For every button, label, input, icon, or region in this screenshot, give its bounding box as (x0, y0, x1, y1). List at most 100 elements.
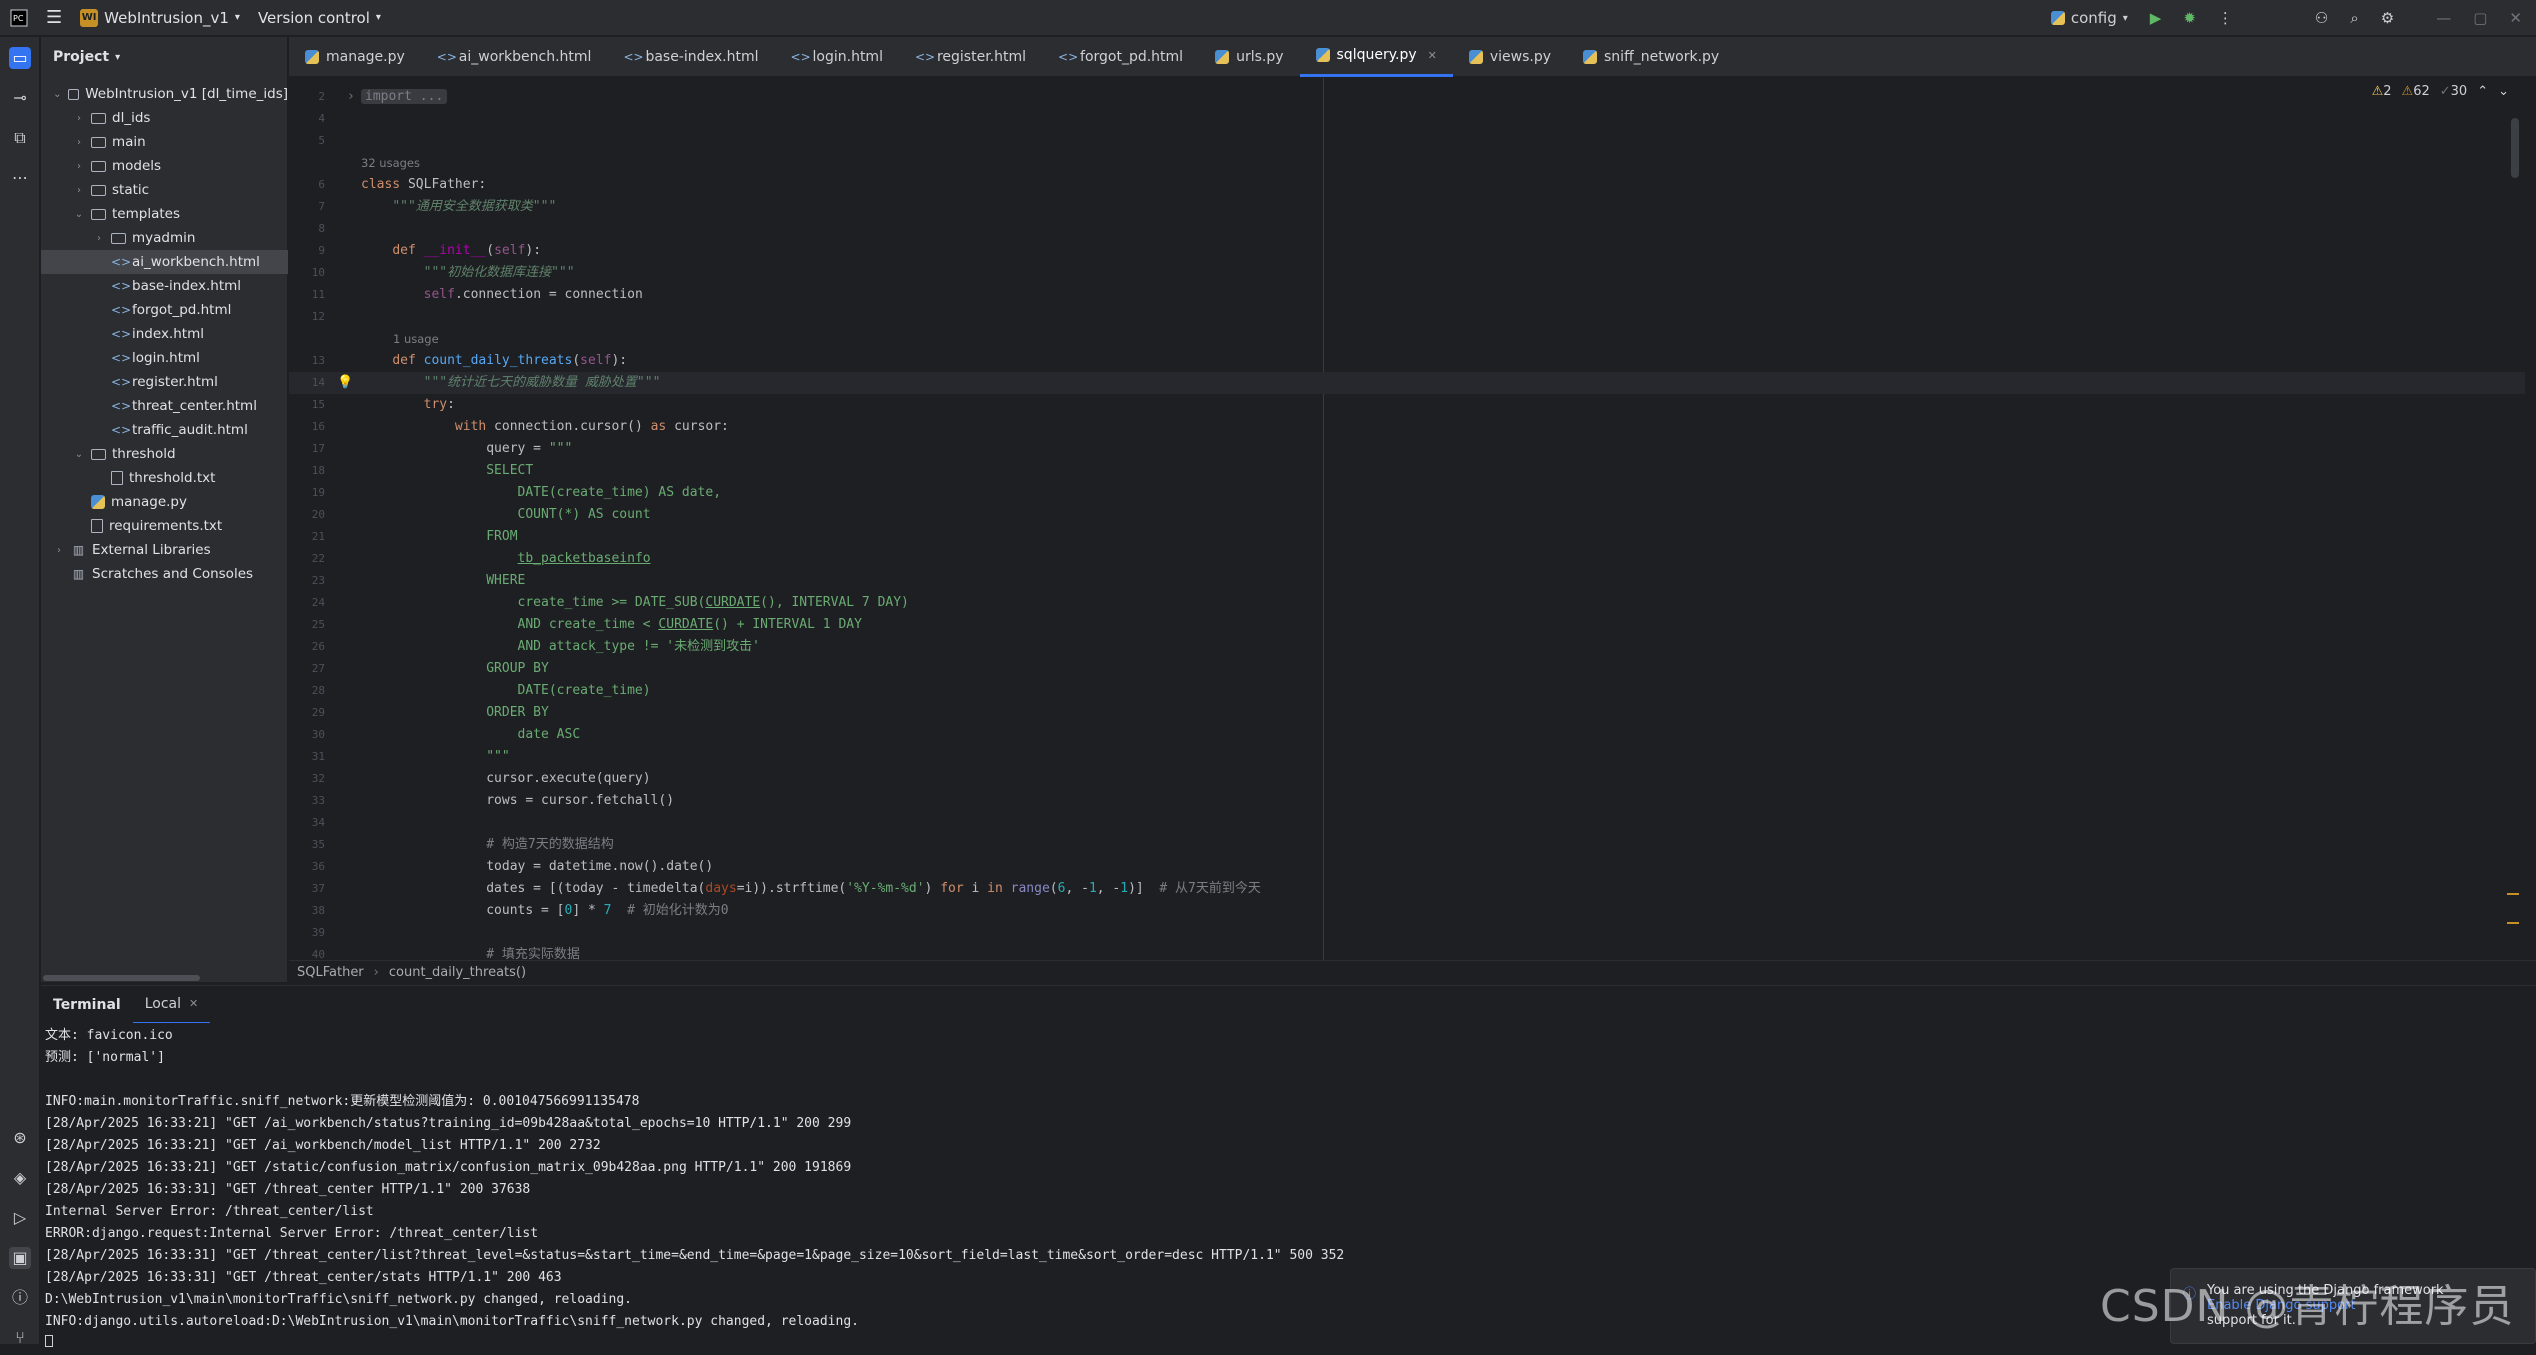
code-line[interactable]: 6 class SQLFather: (289, 174, 2525, 196)
run-config-selector[interactable]: config ▾ (2050, 9, 2128, 27)
tree-item[interactable]: ▥ Scratches and Consoles (41, 562, 288, 586)
code-line[interactable]: 2 › import ... (289, 86, 2525, 108)
editor-tab[interactable]: manage.py (289, 37, 421, 77)
services-icon[interactable]: ▷ (9, 1207, 31, 1229)
code-line[interactable]: 40 # 填充实际数据 (289, 944, 2525, 960)
fold-chevron-icon[interactable]: › (347, 86, 355, 108)
code-line[interactable]: 32 cursor.execute(query) (289, 768, 2525, 790)
code-line[interactable]: 4 (289, 108, 2525, 130)
editor-tab[interactable]: <> login.html (775, 37, 899, 77)
git-icon[interactable]: ⑂ (9, 1327, 31, 1349)
code-line[interactable]: 39 (289, 922, 2525, 944)
chevron-down-icon[interactable]: ⌄ (53, 89, 62, 100)
project-horizontal-scrollbar[interactable] (43, 975, 200, 981)
breadcrumb-method[interactable]: count_daily_threats() (389, 965, 526, 980)
editor-tab[interactable]: <> base-index.html (607, 37, 774, 77)
tree-item[interactable]: <> traffic_audit.html (41, 418, 288, 442)
code-line[interactable]: 35 # 构造7天的数据结构 (289, 834, 2525, 856)
minimize-icon[interactable]: — (2436, 9, 2451, 27)
close-icon[interactable]: ✕ (189, 997, 198, 1010)
code-line[interactable]: 36 today = datetime.now().date() (289, 856, 2525, 878)
code-line[interactable]: 27 GROUP BY (289, 658, 2525, 680)
code-line[interactable]: 37 dates = [(today - timedelta(days=i)).… (289, 878, 2525, 900)
project-folder-icon[interactable]: ▭ (9, 47, 31, 69)
chevron-right-icon[interactable]: › (73, 161, 85, 172)
code-line[interactable]: 25 AND create_time < CURDATE() + INTERVA… (289, 614, 2525, 636)
vcs-menu[interactable]: Version control ▾ (258, 9, 381, 27)
editor-tab[interactable]: <> register.html (899, 37, 1042, 77)
code-line[interactable]: 38 counts = [0] * 7 # 初始化计数为0 (289, 900, 2525, 922)
code-line[interactable]: 28 DATE(create_time) (289, 680, 2525, 702)
code-line[interactable]: 22 tb_packetbaseinfo (289, 548, 2525, 570)
code-line[interactable]: 21 FROM (289, 526, 2525, 548)
tree-item[interactable]: ⌄ threshold (41, 442, 288, 466)
main-menu-icon[interactable]: ☰ (46, 7, 62, 28)
code-line[interactable]: 33 rows = cursor.fetchall() (289, 790, 2525, 812)
more-icon[interactable]: ⋮ (2218, 9, 2233, 27)
tree-item[interactable]: threshold.txt (41, 466, 288, 490)
code-line[interactable]: 8 (289, 218, 2525, 240)
commit-icon[interactable]: ⊸ (9, 87, 31, 109)
tree-item[interactable]: › ▥ External Libraries (41, 538, 288, 562)
usages-hint[interactable]: 32 usages (289, 152, 2525, 174)
code-line[interactable]: 30 date ASC (289, 724, 2525, 746)
code-line[interactable]: 5 (289, 130, 2525, 152)
code-line[interactable]: 31 """ (289, 746, 2525, 768)
python-console-icon[interactable]: ⊛ (9, 1127, 31, 1149)
code-line[interactable]: 20 COUNT(*) AS count (289, 504, 2525, 526)
editor-tab[interactable]: urls.py (1199, 37, 1299, 77)
project-switcher[interactable]: WI WebIntrusion_v1 ▾ (80, 8, 240, 27)
run-icon[interactable]: ▶ (2150, 9, 2162, 27)
project-panel-header[interactable]: Project ▾ (41, 37, 287, 77)
lightbulb-icon[interactable]: 💡 (337, 372, 353, 394)
code-editor[interactable]: ⚠2 ⚠62 ✓30 ⌃ ⌄ 2 › import ... 4 5 32 usages 6 c… (289, 78, 2525, 960)
breadcrumb-class[interactable]: SQLFather (297, 965, 364, 980)
code-line[interactable]: 15 try: (289, 394, 2525, 416)
tree-item[interactable]: ⌄ templates (41, 202, 288, 226)
tree-item[interactable]: › main (41, 130, 288, 154)
editor-tab[interactable]: sqlquery.py ✕ (1299, 37, 1453, 77)
problems-icon[interactable]: ⓘ (9, 1287, 31, 1309)
tree-item[interactable]: <> threat_center.html (41, 394, 288, 418)
code-line[interactable]: 9 def __init__(self): (289, 240, 2525, 262)
tree-item[interactable]: <> login.html (41, 346, 288, 370)
chevron-right-icon[interactable]: › (53, 545, 65, 556)
tree-item[interactable]: ⌄ WebIntrusion_v1 [dl_time_ids] (41, 82, 288, 106)
code-line[interactable]: 18 SELECT (289, 460, 2525, 482)
layers-icon[interactable]: ◈ (9, 1167, 31, 1189)
chevron-right-icon[interactable]: › (93, 233, 105, 244)
add-user-icon[interactable]: ⚇ (2315, 9, 2328, 27)
tree-item[interactable]: <> forgot_pd.html (41, 298, 288, 322)
terminal-tab-local[interactable]: Local ✕ (132, 986, 211, 1024)
tree-item[interactable]: <> index.html (41, 322, 288, 346)
tree-item[interactable]: › myadmin (41, 226, 288, 250)
terminal-icon[interactable]: ▣ (9, 1247, 31, 1269)
code-line[interactable]: 14 💡 """统计近七天的威胁数量 威胁处置""" (289, 372, 2525, 394)
structure-icon[interactable]: ⧉ (9, 127, 31, 149)
code-line[interactable]: 34 (289, 812, 2525, 834)
more-tools-icon[interactable]: ⋯ (9, 167, 31, 189)
chevron-down-icon[interactable]: ⌄ (73, 449, 85, 460)
code-line[interactable]: 16 with connection.cursor() as cursor: (289, 416, 2525, 438)
code-line[interactable]: 11 self.connection = connection (289, 284, 2525, 306)
chevron-right-icon[interactable]: › (73, 113, 85, 124)
code-line[interactable]: 26 AND attack_type != '未检测到攻击' (289, 636, 2525, 658)
tree-item[interactable]: <> register.html (41, 370, 288, 394)
chevron-right-icon[interactable]: › (73, 185, 85, 196)
editor-tab[interactable]: sniff_network.py (1567, 37, 1735, 77)
editor-tab[interactable]: <> forgot_pd.html (1042, 37, 1199, 77)
editor-tab[interactable]: <> ai_workbench.html (421, 37, 608, 77)
tree-item[interactable]: › dl_ids (41, 106, 288, 130)
tree-item[interactable]: › static (41, 178, 288, 202)
terminal-cursor[interactable] (45, 1333, 53, 1355)
usages-hint[interactable]: 1 usage (289, 328, 2525, 350)
settings-gear-icon[interactable]: ⚙ (2381, 9, 2394, 27)
app-logo-icon[interactable]: PC (10, 9, 28, 27)
tree-item[interactable]: requirements.txt (41, 514, 288, 538)
code-line[interactable]: 10 """初始化数据库连接""" (289, 262, 2525, 284)
code-line[interactable]: 7 """通用安全数据获取类""" (289, 196, 2525, 218)
tree-item[interactable]: › models (41, 154, 288, 178)
close-icon[interactable]: ✕ (1428, 49, 1437, 62)
debug-icon[interactable]: ✹ (2183, 9, 2196, 27)
search-icon[interactable]: ⌕ (2350, 9, 2358, 27)
